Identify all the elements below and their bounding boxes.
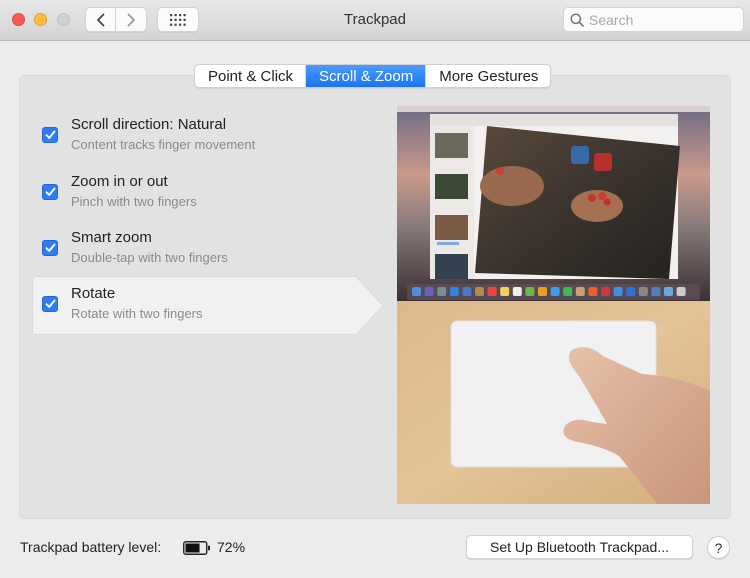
option-description: Pinch with two fingers: [71, 194, 197, 209]
blue-mug: [571, 146, 589, 164]
tomato: [603, 198, 611, 206]
menu-bar: [397, 106, 710, 112]
dock-app-icon: [525, 287, 535, 296]
battery-fill: [185, 543, 200, 553]
option-zoom-in-out[interactable]: Zoom in or out Pinch with two fingers: [32, 168, 352, 225]
dock-app-icon: [462, 287, 472, 296]
option-description: Rotate with two fingers: [71, 306, 203, 321]
bowl: [480, 166, 544, 206]
option-description: Content tracks finger movement: [71, 137, 256, 152]
red-mug: [594, 153, 612, 171]
tomato: [496, 167, 504, 175]
dock-app-icon: [449, 287, 459, 296]
dock-app-icon: [550, 287, 560, 296]
dock-app-icon: [437, 287, 447, 296]
dock-app-icon: [500, 287, 510, 296]
battery-percent: 72%: [217, 539, 246, 555]
dock-app-icon: [651, 287, 661, 296]
option-label: Smart zoom: [71, 229, 152, 246]
checkmark-icon: [45, 243, 55, 252]
dock-app-icon: [664, 287, 673, 296]
dock-app-icon: [588, 287, 598, 296]
battery-level-label: Trackpad battery level:: [20, 539, 162, 555]
option-smart-zoom[interactable]: Smart zoom Double-tap with two fingers: [32, 224, 352, 281]
dock-app-icon: [613, 287, 623, 296]
option-label: Zoom in or out: [71, 173, 168, 190]
dock-app-icon: [487, 287, 497, 296]
dock-app-icon: [601, 287, 610, 296]
title-bar: Trackpad: [0, 0, 750, 41]
help-button[interactable]: ?: [707, 536, 730, 559]
search-field[interactable]: [563, 7, 744, 32]
search-icon: [570, 12, 584, 27]
checkmark-icon: [45, 299, 55, 308]
search-input[interactable]: [589, 11, 739, 28]
checkmark-icon: [45, 187, 55, 196]
preview-illustration: [397, 106, 710, 504]
tomato: [588, 194, 596, 202]
sidebar-thumbnail-selected-label: [437, 242, 459, 245]
sidebar-thumbnail: [435, 254, 468, 279]
checkmark-icon: [45, 130, 55, 139]
sidebar-thumbnail: [435, 133, 468, 158]
dock-app-icon: [563, 287, 573, 296]
dock-app-icon: [424, 287, 434, 296]
option-label: Scroll direction: Natural: [71, 116, 227, 133]
sidebar-thumbnail: [435, 215, 468, 240]
sidebar-thumbnail: [435, 174, 468, 199]
dock-app-icon: [575, 287, 585, 296]
dock-app-icon: [626, 287, 636, 296]
setup-bluetooth-trackpad-button[interactable]: Set Up Bluetooth Trackpad...: [466, 535, 693, 559]
tab-more-gestures[interactable]: More Gestures: [426, 65, 550, 87]
rotate-checkbox[interactable]: [42, 296, 58, 312]
dock-app-icon: [412, 287, 421, 296]
option-description: Double-tap with two fingers: [71, 250, 228, 265]
dock-app-icon: [676, 287, 686, 296]
smart-zoom-checkbox[interactable]: [42, 240, 58, 256]
option-label: Rotate: [71, 285, 116, 302]
tomato: [598, 192, 606, 200]
gesture-preview-video: [397, 106, 710, 504]
tab-bar: Point & Click Scroll & Zoom More Gesture…: [194, 64, 552, 88]
option-scroll-direction[interactable]: Scroll direction: Natural Content tracks…: [32, 111, 352, 168]
zoom-in-out-checkbox[interactable]: [42, 184, 58, 200]
dock-app-icon: [638, 287, 648, 296]
dock-app-icon: [475, 287, 484, 296]
tab-point-and-click[interactable]: Point & Click: [195, 65, 307, 87]
dock-app-icon: [512, 287, 522, 296]
photos-toolbar: [430, 114, 678, 126]
scroll-direction-checkbox[interactable]: [42, 127, 58, 143]
battery-icon: [183, 541, 210, 555]
tab-scroll-and-zoom[interactable]: Scroll & Zoom: [306, 65, 427, 87]
option-rotate-selected[interactable]: Rotate Rotate with two fingers: [32, 276, 384, 335]
bowl: [571, 190, 623, 222]
dock-app-icon: [538, 287, 547, 296]
